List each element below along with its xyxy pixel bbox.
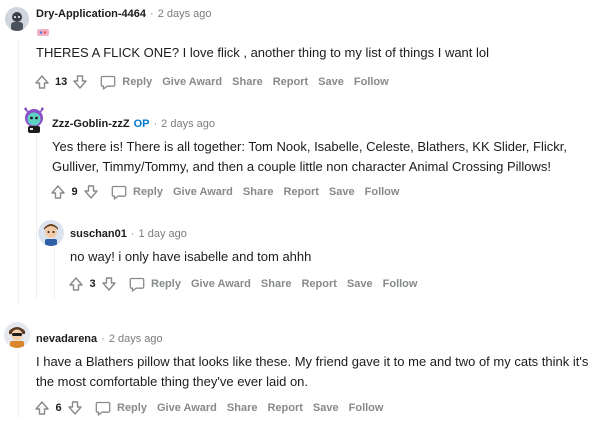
username[interactable]: Dry-Application-4464 — [36, 8, 146, 20]
share-button[interactable]: Share — [232, 76, 263, 88]
comment-text-line: no way! i only have isabelle and tom ahh… — [70, 249, 312, 264]
speech-bubble-icon — [111, 185, 127, 200]
reply-label: Reply — [122, 76, 153, 88]
comment-text-line: THERES A FLICK ONE? I love flick , anoth… — [36, 45, 490, 60]
report-button[interactable]: Report — [301, 278, 336, 290]
reply-label: Reply — [133, 186, 163, 198]
give-award-button[interactable]: Give Award — [162, 76, 222, 88]
save-button[interactable]: Save — [313, 402, 339, 414]
downvote-arrow-icon[interactable] — [83, 184, 99, 200]
avatar[interactable] — [20, 105, 48, 133]
timestamp[interactable]: 2 days ago — [158, 8, 212, 20]
op-badge: OP — [133, 118, 150, 130]
reply-button[interactable]: Reply — [95, 401, 147, 416]
share-button[interactable]: Share — [261, 278, 292, 290]
speech-bubble-icon — [100, 75, 116, 90]
timestamp[interactable]: 2 days ago — [161, 118, 215, 130]
share-button[interactable]: Share — [243, 186, 274, 198]
separator: · — [153, 118, 158, 130]
reply-button[interactable]: Reply — [111, 185, 163, 200]
speech-bubble-icon — [129, 277, 145, 292]
follow-button[interactable]: Follow — [365, 186, 400, 198]
thread-line[interactable] — [54, 248, 55, 298]
avatar[interactable] — [4, 322, 30, 348]
avatar[interactable] — [38, 220, 64, 246]
reply-button[interactable]: Reply — [100, 75, 152, 90]
separator: · — [101, 333, 105, 345]
save-button[interactable]: Save — [347, 278, 373, 290]
follow-button[interactable]: Follow — [354, 76, 389, 88]
upvote-arrow-icon[interactable] — [68, 276, 84, 292]
username[interactable]: Zzz-Goblin-zzZ — [52, 118, 130, 130]
username[interactable]: suschan01 — [70, 228, 127, 240]
reply-label: Reply — [151, 278, 181, 290]
follow-button[interactable]: Follow — [349, 402, 384, 414]
vote-score: 3 — [89, 278, 96, 290]
give-award-button[interactable]: Give Award — [191, 278, 251, 290]
thread-line[interactable] — [36, 134, 37, 300]
comment-text-line: the most comfortable thing they've ever … — [36, 374, 309, 389]
report-button[interactable]: Report — [283, 186, 318, 198]
downvote-arrow-icon[interactable] — [72, 74, 88, 90]
thread-line[interactable] — [18, 352, 19, 418]
reply-label: Reply — [117, 402, 147, 414]
reply-button[interactable]: Reply — [129, 277, 181, 292]
vote-score: 6 — [55, 402, 62, 414]
timestamp[interactable]: 1 day ago — [139, 228, 187, 240]
save-button[interactable]: Save — [329, 186, 355, 198]
comment-text-line: I have a Blathers pillow that looks like… — [36, 354, 589, 369]
follow-button[interactable]: Follow — [383, 278, 418, 290]
downvote-arrow-icon[interactable] — [101, 276, 117, 292]
upvote-arrow-icon[interactable] — [34, 400, 50, 416]
share-button[interactable]: Share — [227, 402, 258, 414]
thread-line[interactable] — [18, 40, 19, 304]
separator: · — [150, 8, 154, 20]
upvote-arrow-icon[interactable] — [34, 74, 50, 90]
comment-text-line: Yes there is! There is all together: Tom… — [52, 139, 567, 154]
comment-text-line: Gulliver, Timmy/Tommy, and then a couple… — [52, 159, 552, 174]
save-button[interactable]: Save — [318, 76, 344, 88]
vote-score: 13 — [55, 76, 68, 88]
downvote-arrow-icon[interactable] — [67, 400, 83, 416]
upvote-arrow-icon[interactable] — [50, 184, 66, 200]
username[interactable]: nevadarena — [36, 333, 97, 345]
give-award-button[interactable]: Give Award — [173, 186, 233, 198]
give-award-button[interactable]: Give Award — [157, 402, 217, 414]
speech-bubble-icon — [95, 401, 111, 416]
vote-score: 9 — [71, 186, 78, 198]
report-button[interactable]: Report — [267, 402, 302, 414]
report-button[interactable]: Report — [273, 76, 308, 88]
avatar[interactable] — [5, 7, 29, 31]
timestamp[interactable]: 2 days ago — [109, 333, 163, 345]
user-flair-icon — [36, 24, 50, 36]
separator: · — [130, 228, 135, 240]
